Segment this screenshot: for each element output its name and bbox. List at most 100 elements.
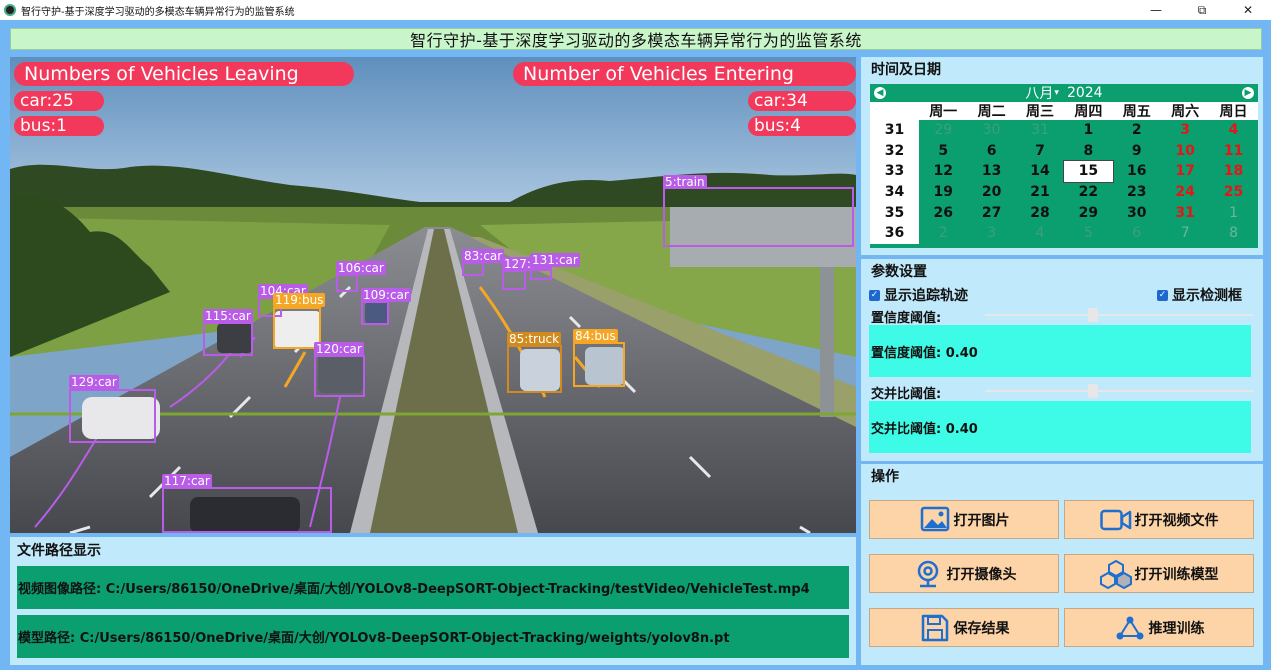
calendar-day[interactable]: 8: [1064, 141, 1112, 162]
calendar-day[interactable]: 27: [967, 202, 1015, 223]
window-controls: — ⧉ ✕: [1133, 0, 1271, 20]
prev-month-icon[interactable]: ◀: [874, 87, 886, 99]
calendar-day[interactable]: 22: [1064, 182, 1112, 203]
detection-box-car: [502, 270, 526, 290]
calendar-year[interactable]: 2024: [1067, 85, 1103, 101]
detection-label: 84:bus: [573, 329, 618, 343]
calendar-day[interactable]: 25: [1209, 182, 1257, 203]
calendar-day[interactable]: 26: [919, 202, 967, 223]
conf-slider-handle[interactable]: [1088, 308, 1098, 322]
calendar-day[interactable]: 3: [1161, 120, 1209, 141]
inference-train-button[interactable]: 推理训练: [1064, 608, 1254, 647]
calendar-day[interactable]: 16: [1113, 161, 1161, 182]
detection-box-bus: [573, 342, 625, 387]
calendar-day[interactable]: 2: [919, 223, 967, 244]
calendar-day[interactable]: 29: [919, 120, 967, 141]
calendar-day[interactable]: 31: [1016, 120, 1064, 141]
network-icon: [1114, 612, 1146, 644]
calendar-week-row: 35 26 27 28 29 30 31 1: [870, 202, 1258, 223]
calendar-day[interactable]: 1: [1064, 120, 1112, 141]
calendar-week-row: 32 5 6 7 8 9 10 11: [870, 140, 1258, 162]
calendar-day[interactable]: 10: [1161, 141, 1209, 162]
restore-icon[interactable]: ⧉: [1179, 0, 1225, 20]
calendar-day[interactable]: 2: [1113, 120, 1161, 141]
calendar-day[interactable]: 14: [1016, 161, 1064, 182]
iou-slider-handle[interactable]: [1088, 384, 1098, 398]
calendar-day[interactable]: 18: [1209, 161, 1257, 182]
save-result-button[interactable]: 保存结果: [869, 608, 1059, 647]
weekday-header: 周五: [1122, 104, 1151, 120]
open-camera-label: 打开摄像头: [946, 566, 1017, 583]
calendar-day-selected[interactable]: 15: [1063, 160, 1114, 183]
weekday-header: 周四: [1074, 104, 1103, 120]
calendar-day[interactable]: 19: [919, 182, 967, 203]
detection-label: 117:car: [162, 474, 212, 488]
calendar-day[interactable]: 6: [967, 141, 1015, 162]
detection-box-car: [162, 487, 332, 533]
calendar-day[interactable]: 7: [1016, 141, 1064, 162]
minimize-icon[interactable]: —: [1133, 0, 1179, 20]
path-panel-heading: 文件路径显示: [17, 543, 101, 559]
calendar-day[interactable]: 11: [1209, 141, 1257, 162]
checkbox-checked-icon[interactable]: ✓: [869, 289, 880, 301]
calendar-day[interactable]: 4: [1209, 120, 1257, 141]
week-number: 31: [870, 120, 919, 141]
close-icon[interactable]: ✕: [1225, 0, 1271, 20]
weekday-header: 周一: [929, 104, 958, 120]
calendar-day[interactable]: 5: [919, 141, 967, 162]
detection-label: 120:car: [314, 342, 364, 356]
save-result-label: 保存结果: [953, 620, 1010, 637]
calendar-day[interactable]: 17: [1161, 161, 1209, 182]
conf-slider-track[interactable]: [985, 314, 1253, 316]
calendar-day[interactable]: 8: [1209, 223, 1257, 244]
open-model-button[interactable]: 打开训练模型: [1064, 554, 1254, 593]
calendar-week-row: 34 19 20 21 22 23 24 25: [870, 181, 1258, 203]
calendar-day[interactable]: 1: [1209, 202, 1257, 223]
calendar-day[interactable]: 20: [967, 182, 1015, 203]
calendar-day[interactable]: 7: [1161, 223, 1209, 244]
calendar-day[interactable]: 30: [1113, 202, 1161, 223]
detection-box-truck: [507, 345, 562, 393]
open-video-button[interactable]: 打开视频文件: [1064, 500, 1254, 539]
calendar-day[interactable]: 31: [1161, 202, 1209, 223]
checkbox-checked-icon[interactable]: ✓: [1157, 289, 1168, 301]
operations-panel: 操作 打开图片 打开视频文件 打开摄像头 打开训练模型 保存结果 推理训练: [861, 464, 1263, 665]
calendar-day[interactable]: 3: [967, 223, 1015, 244]
show-track-checkbox[interactable]: ✓ 显示追踪轨迹: [869, 285, 968, 305]
iou-slider-track[interactable]: [985, 390, 1253, 392]
video-display: Numbers of Vehicles Leaving car:25 bus:1…: [10, 57, 856, 533]
calendar-day[interactable]: 4: [1016, 223, 1064, 244]
week-number: 33: [870, 161, 919, 182]
detection-label: 83:car: [462, 249, 505, 263]
calendar-day[interactable]: 12: [919, 161, 967, 182]
file-path-panel: 文件路径显示 视频图像路径: C:/Users/86150/OneDrive/桌…: [10, 537, 856, 665]
calendar-day[interactable]: 6: [1113, 223, 1161, 244]
calendar-day[interactable]: 30: [967, 120, 1015, 141]
detection-box-car: [203, 322, 253, 356]
calendar-day[interactable]: 29: [1064, 202, 1112, 223]
calendar-day[interactable]: 9: [1113, 141, 1161, 162]
calendar-day[interactable]: 23: [1113, 182, 1161, 203]
calendar-day[interactable]: 21: [1016, 182, 1064, 203]
calendar-widget[interactable]: ◀ 八月 ▾ 2024 ▶ 周一 周二 周三 周四 周五 周六 周日 31 29 30 31 1 2 3…: [870, 84, 1258, 248]
window-title: 智行守护-基于深度学习驱动的多模态车辆异常行为的监管系统: [21, 6, 295, 18]
calendar-month[interactable]: 八月: [1025, 83, 1053, 103]
image-icon: [919, 504, 951, 536]
detection-label: 5:train: [663, 175, 707, 189]
params-panel: 参数设置 ✓ 显示追踪轨迹 ✓ 显示检测框 置信度阈值: 置信度阈值: 0.40…: [861, 259, 1263, 461]
calendar-day[interactable]: 13: [967, 161, 1015, 182]
show-box-checkbox[interactable]: ✓ 显示检测框: [1157, 285, 1242, 305]
detection-label: 129:car: [69, 375, 119, 389]
show-track-label: 显示追踪轨迹: [884, 288, 968, 304]
calendar-day[interactable]: 28: [1016, 202, 1064, 223]
open-image-button[interactable]: 打开图片: [869, 500, 1059, 539]
month-dropdown-icon[interactable]: ▾: [1054, 88, 1059, 98]
video-frame-scene: [10, 57, 856, 533]
next-month-icon[interactable]: ▶: [1242, 87, 1254, 99]
detection-label: 109:car: [361, 288, 411, 302]
calendar-day[interactable]: 24: [1161, 182, 1209, 203]
calendar-day[interactable]: 5: [1064, 223, 1112, 244]
calendar-nav: ◀ 八月 ▾ 2024 ▶: [870, 84, 1258, 102]
detection-label: 131:car: [530, 253, 580, 267]
open-camera-button[interactable]: 打开摄像头: [869, 554, 1059, 593]
